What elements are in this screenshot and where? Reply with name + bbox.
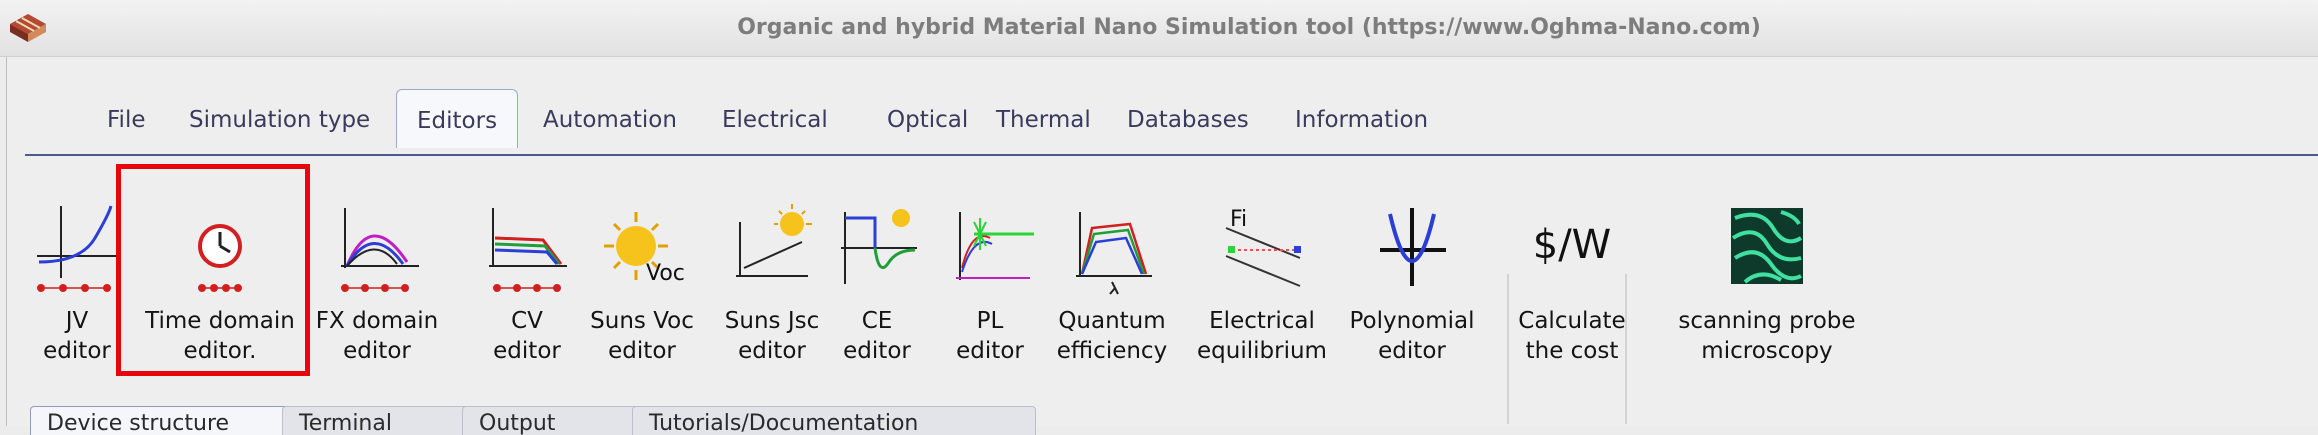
polynomial-editor-button[interactable]: Polynomial editor	[1342, 158, 1482, 418]
tab-optical[interactable]: Optical	[867, 99, 988, 141]
fx-domain-editor-button[interactable]: FX domain editor	[307, 158, 447, 418]
cost-icon-text: $/W	[1533, 222, 1611, 268]
title-bar: Organic and hybrid Material Nano Simulat…	[0, 0, 2318, 57]
tab-databases[interactable]: Databases	[1107, 99, 1269, 141]
highlight-box	[116, 164, 310, 376]
pl-editor-label: PL editor	[956, 308, 1024, 364]
voc-icon-text: Voc	[646, 261, 685, 286]
tab-thermal[interactable]: Thermal	[976, 99, 1111, 141]
suns-voc-editor-button[interactable]: Voc Suns Voc editor	[587, 158, 697, 418]
ce-editor-label: CE editor	[843, 308, 911, 364]
electrical-equilibrium-label: Electrical equilibrium	[1197, 308, 1327, 364]
tab-information[interactable]: Information	[1275, 99, 1448, 141]
fx-domain-editor-label: FX domain editor	[315, 308, 439, 364]
scanning-probe-microscopy-button[interactable]: scanning probe microscopy	[1672, 158, 1862, 418]
editors-toolbar: JV editor Time domain editor. FX domain …	[7, 156, 2318, 426]
pl-editor-button[interactable]: PL editor	[935, 158, 1045, 418]
sun-jsc-icon	[736, 204, 812, 277]
toolbar-separator	[1507, 274, 1509, 424]
suns-jsc-editor-label: Suns Jsc editor	[724, 308, 820, 364]
quantum-efficiency-label: Quantum efficiency	[1056, 308, 1168, 364]
polynomial-editor-label: Polynomial editor	[1349, 308, 1475, 364]
calculate-cost-label: Calculate the cost	[1518, 308, 1626, 364]
ce-transient-icon	[841, 209, 917, 284]
jv-curve-icon	[37, 205, 117, 292]
sun-voc-icon: Voc	[604, 212, 685, 286]
cost-icon: $/W	[1533, 222, 1611, 268]
tab-editors[interactable]: Editors	[396, 89, 519, 148]
cv-editor-button[interactable]: CV editor	[472, 158, 582, 418]
scanning-probe-microscopy-label: scanning probe microscopy	[1678, 308, 1856, 364]
ribbon-tab-bar: File Simulation type Editors Automation …	[7, 57, 2318, 156]
fermi-icon-text: Fi	[1230, 207, 1247, 232]
tab-tutorials-documentation[interactable]: Tutorials/Documentation	[632, 406, 1036, 435]
quantum-efficiency-button[interactable]: Quantum efficiency	[1047, 158, 1177, 418]
suns-jsc-editor-button[interactable]: Suns Jsc editor	[717, 158, 827, 418]
jv-editor-label: JV editor	[43, 308, 111, 364]
calculate-cost-button[interactable]: $/W Calculate the cost	[1517, 158, 1627, 418]
polynomial-icon	[1380, 208, 1446, 286]
spm-image-icon	[1731, 208, 1803, 284]
ce-editor-button[interactable]: CE editor	[827, 158, 927, 418]
main-window: File Simulation type Editors Automation …	[6, 57, 2318, 426]
tab-terminal[interactable]: Terminal	[282, 406, 481, 435]
tab-file[interactable]: File	[87, 99, 166, 141]
toolbar-separator	[1625, 274, 1627, 424]
cv-editor-label: CV editor	[493, 308, 561, 364]
tab-output[interactable]: Output	[462, 406, 641, 435]
fx-domain-icon	[341, 208, 419, 292]
fermi-level-icon: Fi	[1225, 207, 1301, 287]
tab-electrical[interactable]: Electrical	[702, 99, 848, 141]
pl-icon	[956, 212, 1034, 280]
quantum-efficiency-icon	[1076, 212, 1152, 295]
tab-device-structure[interactable]: Device structure	[30, 406, 304, 435]
electrical-equilibrium-button[interactable]: Fi Electrical equilibrium	[1187, 158, 1337, 418]
tab-simulation-type[interactable]: Simulation type	[169, 99, 390, 141]
window-title: Organic and hybrid Material Nano Simulat…	[737, 15, 1761, 40]
cv-curve-icon	[489, 208, 567, 292]
suns-voc-editor-label: Suns Voc editor	[590, 308, 694, 364]
tab-automation[interactable]: Automation	[523, 99, 697, 141]
